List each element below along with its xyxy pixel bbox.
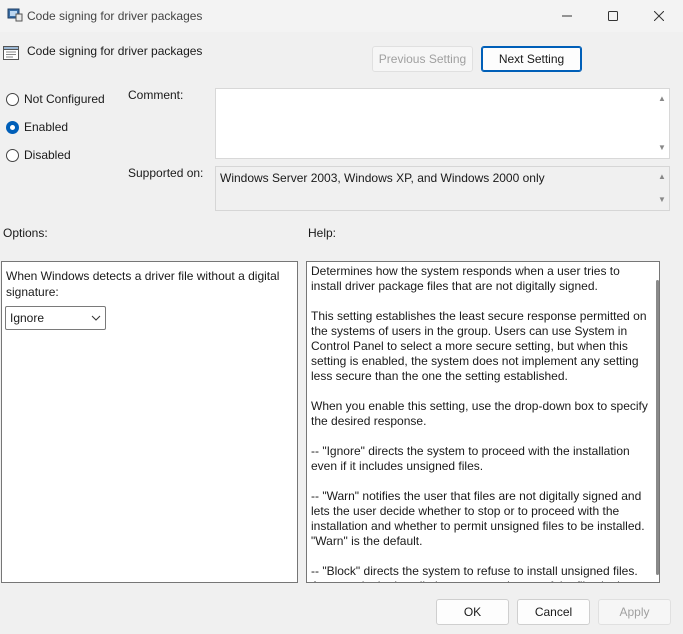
supported-on-value: Windows Server 2003, Windows XP, and Win… bbox=[220, 171, 545, 185]
minimize-button[interactable] bbox=[544, 0, 590, 32]
supported-on-field: Windows Server 2003, Windows XP, and Win… bbox=[215, 166, 670, 211]
radio-circle[interactable] bbox=[6, 92, 19, 106]
next-setting-button[interactable]: Next Setting bbox=[481, 46, 582, 72]
radio-enabled[interactable]: Enabled bbox=[6, 120, 68, 134]
title-bar: Code signing for driver packages bbox=[0, 0, 683, 32]
radio-not-configured[interactable]: Not Configured bbox=[6, 92, 105, 106]
radio-circle[interactable] bbox=[6, 148, 19, 162]
radio-label: Disabled bbox=[24, 148, 71, 162]
help-panel: Determines how the system responds when … bbox=[306, 261, 660, 583]
help-paragraph: Determines how the system responds when … bbox=[311, 264, 620, 293]
setting-title: Code signing for driver packages bbox=[27, 44, 203, 58]
scroll-up-icon[interactable]: ▲ bbox=[657, 94, 667, 104]
window-title: Code signing for driver packages bbox=[27, 9, 203, 23]
help-paragraph: This setting establishes the least secur… bbox=[311, 309, 647, 383]
scroll-down-icon[interactable]: ▼ bbox=[657, 143, 667, 153]
cancel-button[interactable]: Cancel bbox=[517, 599, 590, 625]
help-text: Determines how the system responds when … bbox=[311, 264, 651, 582]
help-paragraph: When you enable this setting, use the dr… bbox=[311, 399, 648, 428]
options-heading: Options: bbox=[3, 226, 48, 240]
policy-setting-icon bbox=[3, 46, 19, 60]
dropdown-value: Ignore bbox=[10, 311, 45, 325]
help-paragraph: -- "Ignore" directs the system to procee… bbox=[311, 444, 630, 473]
close-icon bbox=[654, 11, 664, 21]
help-heading: Help: bbox=[308, 226, 337, 240]
scroll-up-icon[interactable]: ▲ bbox=[657, 172, 667, 182]
minimize-icon bbox=[562, 15, 572, 17]
previous-setting-button[interactable]: Previous Setting bbox=[372, 46, 473, 72]
help-paragraph: -- "Block" directs the system to refuse … bbox=[311, 564, 638, 582]
options-panel: When Windows detects a driver file witho… bbox=[1, 261, 298, 583]
close-button[interactable] bbox=[636, 0, 682, 32]
maximize-icon bbox=[608, 11, 618, 21]
signature-action-dropdown[interactable]: Ignore bbox=[5, 306, 106, 330]
maximize-button[interactable] bbox=[590, 0, 636, 32]
help-paragraph: -- "Warn" notifies the user that files a… bbox=[311, 489, 645, 548]
radio-circle[interactable] bbox=[6, 120, 19, 134]
comment-label: Comment: bbox=[128, 88, 184, 102]
radio-disabled[interactable]: Disabled bbox=[6, 148, 71, 162]
radio-label: Not Configured bbox=[24, 92, 105, 106]
supported-on-label: Supported on: bbox=[128, 166, 204, 180]
radio-label: Enabled bbox=[24, 120, 69, 134]
ok-button[interactable]: OK bbox=[436, 599, 509, 625]
options-prompt: When Windows detects a driver file witho… bbox=[6, 269, 280, 299]
scroll-down-icon[interactable]: ▼ bbox=[657, 195, 667, 205]
chevron-down-icon bbox=[91, 315, 101, 321]
help-scrollbar[interactable] bbox=[656, 280, 659, 575]
app-icon bbox=[7, 8, 23, 22]
comment-textarea[interactable]: ▲ ▼ bbox=[215, 88, 670, 159]
apply-button[interactable]: Apply bbox=[598, 599, 671, 625]
